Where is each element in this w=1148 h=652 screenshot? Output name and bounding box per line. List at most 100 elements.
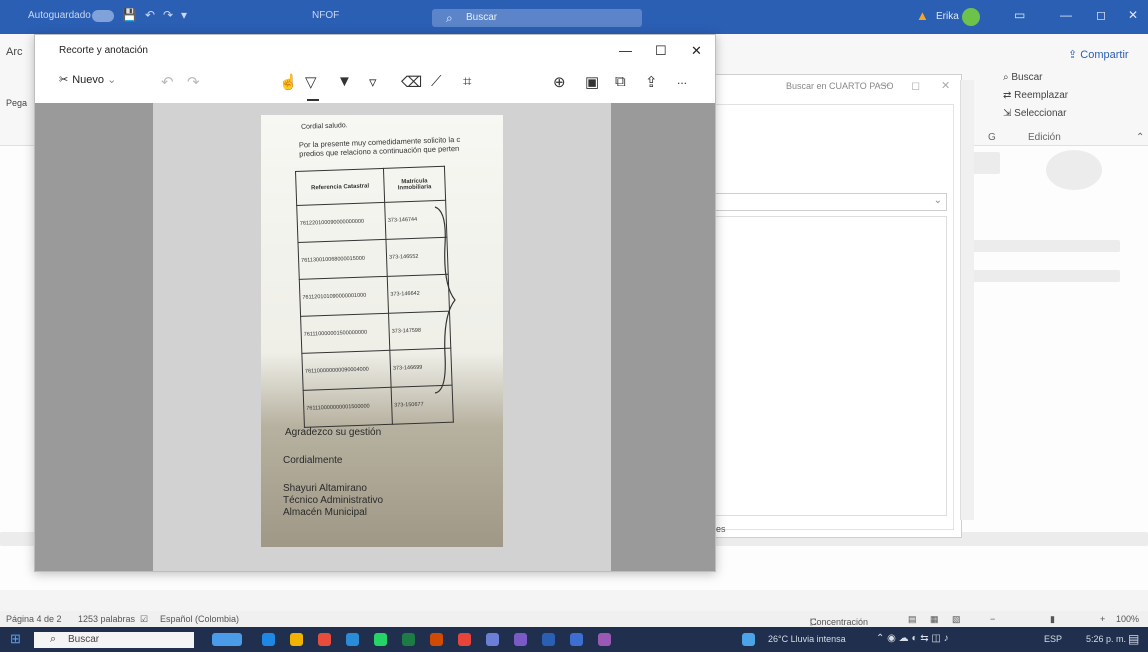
cadastral-reference: 761220100090000000000 — [296, 202, 386, 243]
document-greeting: Cordial saludo. — [300, 122, 348, 131]
powerpoint-icon[interactable] — [430, 633, 443, 646]
snip-minimize-icon[interactable]: — — [619, 43, 632, 58]
table-row: 761110000000001500000 373-150677 — [303, 385, 454, 428]
language-indicator[interactable]: Español (Colombia) — [160, 614, 239, 624]
input-language[interactable]: ESP — [1044, 634, 1062, 644]
new-snip-button[interactable]: ✂ Nuevo ⌄ — [59, 73, 116, 86]
crop-icon[interactable]: ⌗ — [463, 73, 471, 90]
user-name[interactable]: Erika — [936, 11, 959, 22]
dialog-maximize-icon[interactable]: ◻ — [911, 79, 920, 92]
avatar[interactable] — [962, 8, 980, 26]
table-row: 761130010068000015000 373-146552 — [297, 237, 449, 280]
doc-faint-seal — [1046, 150, 1102, 190]
column-header: Matrícula Inmobiliaria — [383, 166, 446, 203]
ribbon-tab-file[interactable]: Arc — [6, 46, 23, 58]
weather-text[interactable]: 26°C Lluvia intensa — [768, 634, 846, 644]
snip-toolbar: ✂ Nuevo ⌄ ↶ ↷ ☝ ▽ ▼ ▿ ⌫ ⟋ ⌗ ⊕ ▣ ⧉ ⇪ ... — [35, 65, 715, 103]
collapse-ribbon-icon[interactable]: ⌃ — [1136, 132, 1144, 143]
more-options-button[interactable]: ... — [677, 73, 687, 87]
cadastral-reference: 761110000000001500000 — [303, 387, 393, 428]
pdf-reader-icon[interactable] — [458, 633, 471, 646]
canvas-margin-left — [35, 103, 153, 571]
app-taskbar-icon[interactable] — [570, 633, 583, 646]
word-search-box[interactable]: ⌕ Buscar — [432, 9, 642, 27]
edge-icon[interactable] — [262, 633, 275, 646]
document-closing: Agradezco su gestión — [285, 427, 382, 438]
cadastral-reference: 761130010068000015000 — [297, 239, 388, 280]
find-label: Buscar — [1011, 72, 1043, 83]
zoom-slider-thumb[interactable]: ▮ — [1050, 614, 1055, 625]
dialog-scrollbar[interactable] — [960, 80, 974, 520]
inner-select[interactable]: ⌄ — [715, 193, 947, 211]
snip-sketch-taskbar-icon[interactable] — [514, 633, 527, 646]
read-mode-icon[interactable]: ▤ — [908, 614, 917, 625]
share-button[interactable]: ⇪ Compartir — [1068, 48, 1129, 61]
document-intro: Por la presente muy comedidamente solici… — [299, 134, 500, 159]
close-icon[interactable]: ✕ — [1128, 8, 1138, 22]
ribbon-display-icon[interactable]: ▭ — [1014, 8, 1025, 22]
minimize-icon[interactable]: — — [1060, 8, 1072, 22]
zoom-out-icon[interactable]: − — [990, 614, 995, 624]
column-header: Referencia Catastral — [295, 168, 385, 206]
dialog-search-box[interactable]: Buscar en CUARTO PASO — [786, 81, 894, 91]
page-indicator[interactable]: Página 4 de 2 — [6, 614, 62, 624]
autosave-label: Autoguardado — [28, 10, 91, 21]
find-button[interactable]: ⌕ Buscar — [1003, 72, 1043, 83]
mail-icon[interactable] — [346, 633, 359, 646]
share-icon[interactable]: ⇪ — [645, 73, 658, 91]
search-icon: ⌕ — [446, 11, 453, 25]
select-button[interactable]: ⇲ Seleccionar — [1003, 108, 1066, 119]
autosave-toggle[interactable] — [92, 10, 114, 22]
dialog-close-icon[interactable]: ✕ — [941, 79, 950, 92]
scanned-document: Cordial saludo. Por la presente muy come… — [261, 115, 503, 547]
table-header-row: Referencia Catastral Matrícula Inmobilia… — [295, 166, 446, 206]
file-explorer-icon[interactable] — [290, 633, 303, 646]
save-icon[interactable]: ▣ — [585, 73, 599, 91]
zoom-in-icon[interactable]: ⊕ — [553, 73, 566, 91]
web-layout-icon[interactable]: ▧ — [952, 614, 961, 625]
word-count[interactable]: 1253 palabras — [78, 614, 135, 624]
weather-icon[interactable] — [742, 633, 755, 646]
proofing-icon[interactable]: ☑ — [140, 614, 148, 625]
ribbon-group-editing: Edición — [1028, 132, 1061, 143]
windows-start-icon[interactable]: ⊞ — [10, 632, 24, 646]
snip-sketch-window[interactable]: Recorte y anotación — ☐ ✕ ✂ Nuevo ⌄ ↶ ↷ ☝… — [34, 34, 716, 572]
teams-icon[interactable] — [486, 633, 499, 646]
warning-icon[interactable]: ▲ — [916, 8, 929, 23]
print-layout-icon[interactable]: ▦ — [930, 614, 939, 625]
canvas-margin-right — [611, 103, 715, 571]
redo-icon[interactable]: ↷ — [187, 73, 200, 91]
zoom-in-icon[interactable]: + — [1100, 614, 1105, 624]
app-taskbar-icon[interactable] — [598, 633, 611, 646]
zoom-level[interactable]: 100% — [1116, 614, 1139, 624]
inner-list[interactable] — [715, 216, 947, 516]
paste-button[interactable]: Pega — [6, 98, 27, 108]
cortana-icon[interactable] — [212, 633, 242, 646]
whatsapp-icon[interactable] — [374, 633, 387, 646]
new-snip-label: Nuevo — [72, 74, 105, 86]
chrome-icon[interactable] — [318, 633, 331, 646]
system-tray-icons[interactable]: ⌃ ◉ ☁ ◐ ⇆ ◫ ♪ — [876, 633, 949, 644]
touch-writing-icon[interactable]: ☝ — [279, 73, 298, 91]
cadastral-reference: 761120101090000001000 — [299, 276, 389, 317]
undo-icon[interactable]: ↶ — [161, 73, 174, 91]
highlighter-icon[interactable]: ▿ — [369, 73, 377, 91]
word-status-bar: Página 4 de 2 1253 palabras ☑ Español (C… — [0, 611, 1148, 627]
snip-close-icon[interactable]: ✕ — [691, 43, 702, 59]
ruler-icon[interactable]: ⟋ — [431, 73, 442, 90]
maximize-icon[interactable]: ◻ — [1096, 8, 1106, 22]
word-taskbar-icon[interactable] — [542, 633, 555, 646]
replace-button[interactable]: ⇄ Reemplazar — [1003, 90, 1068, 101]
excel-icon[interactable] — [402, 633, 415, 646]
notification-icon[interactable]: ▤ — [1128, 632, 1139, 646]
eraser-icon[interactable]: ⌫ — [401, 73, 422, 91]
pencil-icon[interactable]: ▼ — [337, 73, 352, 90]
snip-window-title: Recorte y anotación — [59, 45, 148, 56]
taskbar-search-box[interactable]: ⌕ Buscar — [34, 632, 194, 648]
copy-icon[interactable]: ⧉ — [615, 73, 626, 90]
snip-maximize-icon[interactable]: ☐ — [655, 43, 667, 59]
ballpoint-pen-icon[interactable]: ▽ — [305, 73, 317, 91]
taskbar-clock[interactable]: 5:26 p. m. — [1086, 634, 1126, 644]
ribbon-group-label: G — [988, 132, 996, 143]
quick-access-toolbar[interactable]: 💾↶↷▾ — [122, 8, 195, 22]
